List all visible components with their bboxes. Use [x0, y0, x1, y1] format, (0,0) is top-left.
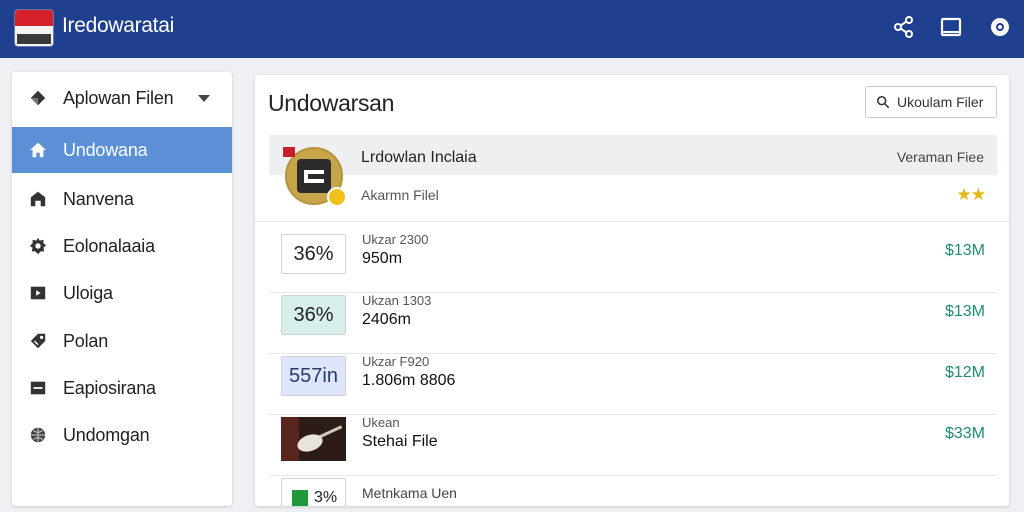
main-panel: Undowarsan Ukoulam Filer Lrdowlan Inclai…	[255, 75, 1009, 506]
sidebar-item-undowana[interactable]: Undowana	[12, 127, 232, 173]
sidebar-item-label: Aplowan Filen	[63, 87, 174, 108]
sidebar-item-eapiosirana[interactable]: Eapiosirana	[12, 365, 232, 411]
app-title: Iredowaratai	[62, 14, 174, 37]
sidebar-item-label: Eolonalaaia	[63, 235, 155, 256]
sidebar-item-label: Eapiosirana	[63, 377, 156, 398]
play-icon	[28, 283, 48, 303]
percent-badge: 557in	[281, 356, 346, 396]
row-meta: Ukean	[362, 415, 400, 430]
home-icon	[28, 140, 48, 160]
guitar-thumbnail	[281, 417, 346, 461]
settings-icon[interactable]	[987, 14, 1013, 40]
percent-badge: 36%	[281, 295, 346, 335]
share-icon[interactable]	[891, 14, 917, 40]
page-title: Undowarsan	[268, 90, 395, 116]
diamond-icon	[28, 88, 48, 108]
featured-right-label[interactable]: Veraman Fiee	[897, 149, 984, 165]
featured-thumbnail	[283, 147, 347, 207]
featured-subtitle: Akarmn Filel	[361, 187, 439, 203]
search-button[interactable]: Ukoulam Filer	[865, 86, 997, 118]
gear-icon	[28, 236, 48, 256]
row-meta: Ukzar F920	[362, 354, 430, 369]
sidebar-item-aplowan-filen[interactable]: Aplowan Filen	[12, 75, 232, 121]
building-icon	[28, 189, 48, 209]
list-item[interactable]: 3% Metnkama Uen	[269, 475, 997, 506]
row-value: 2406m	[362, 311, 411, 328]
window-icon[interactable]	[938, 14, 964, 40]
percent-badge: 3%	[281, 478, 346, 506]
list-item[interactable]: 557in Ukzar F920 1.806m 8806 $12M	[269, 353, 997, 415]
chevron-down-icon[interactable]	[198, 95, 210, 102]
row-value: Metnkama Uen	[362, 485, 457, 501]
list-item[interactable]: 36% Ukzan 1303 2406m $13M	[269, 292, 997, 354]
sidebar-item-label: Polan	[63, 330, 109, 351]
tag-icon	[28, 331, 48, 351]
star-rating: ★★	[956, 185, 987, 204]
list-item[interactable]: Ukean Stehai File $33M	[269, 414, 997, 476]
divider	[255, 221, 1009, 222]
row-price: $13M	[944, 303, 985, 320]
search-button-label: Ukoulam Filer	[897, 94, 984, 110]
row-price: $13M	[944, 242, 985, 259]
sidebar-item-eolonalaaia[interactable]: Eolonalaaia	[12, 223, 232, 269]
sidebar-item-uloiga[interactable]: Uloiga	[12, 270, 232, 316]
featured-title: Lrdowlan Inclaia	[361, 149, 477, 166]
app-logo[interactable]	[14, 9, 54, 47]
list-item[interactable]: 36% Ukzar 2300 950m $13M	[269, 231, 997, 293]
sidebar-item-label: Undowana	[63, 139, 148, 160]
row-value: 950m	[362, 250, 403, 267]
row-value: Stehai File	[362, 433, 438, 450]
sidebar-item-label: Uloiga	[63, 282, 113, 303]
row-value: 1.806m 8806	[362, 372, 456, 389]
row-price: $12M	[944, 364, 985, 381]
row-meta: Ukzan 1303	[362, 293, 432, 308]
top-bar: Iredowaratai	[0, 0, 1024, 58]
percent-badge: 36%	[281, 234, 346, 274]
sidebar: Aplowan Filen Undowana Nanvena Eolonalaa…	[12, 72, 232, 506]
sidebar-item-label: Nanvena	[63, 188, 134, 209]
badge-icon	[327, 187, 347, 207]
sidebar-item-undomgan[interactable]: Undomgan	[12, 412, 232, 458]
globe-icon	[28, 425, 48, 445]
minus-icon	[28, 378, 48, 398]
row-meta: Ukzar 2300	[362, 232, 429, 247]
row-price: $33M	[944, 425, 985, 442]
status-square-icon	[292, 490, 308, 506]
featured-item[interactable]: Lrdowlan Inclaia Veraman Fiee Akarmn Fil…	[269, 135, 997, 220]
sidebar-item-label: Undomgan	[63, 424, 150, 445]
sidebar-item-polan[interactable]: Polan	[12, 318, 232, 364]
sidebar-item-nanvena[interactable]: Nanvena	[12, 176, 232, 222]
search-icon	[876, 95, 890, 109]
